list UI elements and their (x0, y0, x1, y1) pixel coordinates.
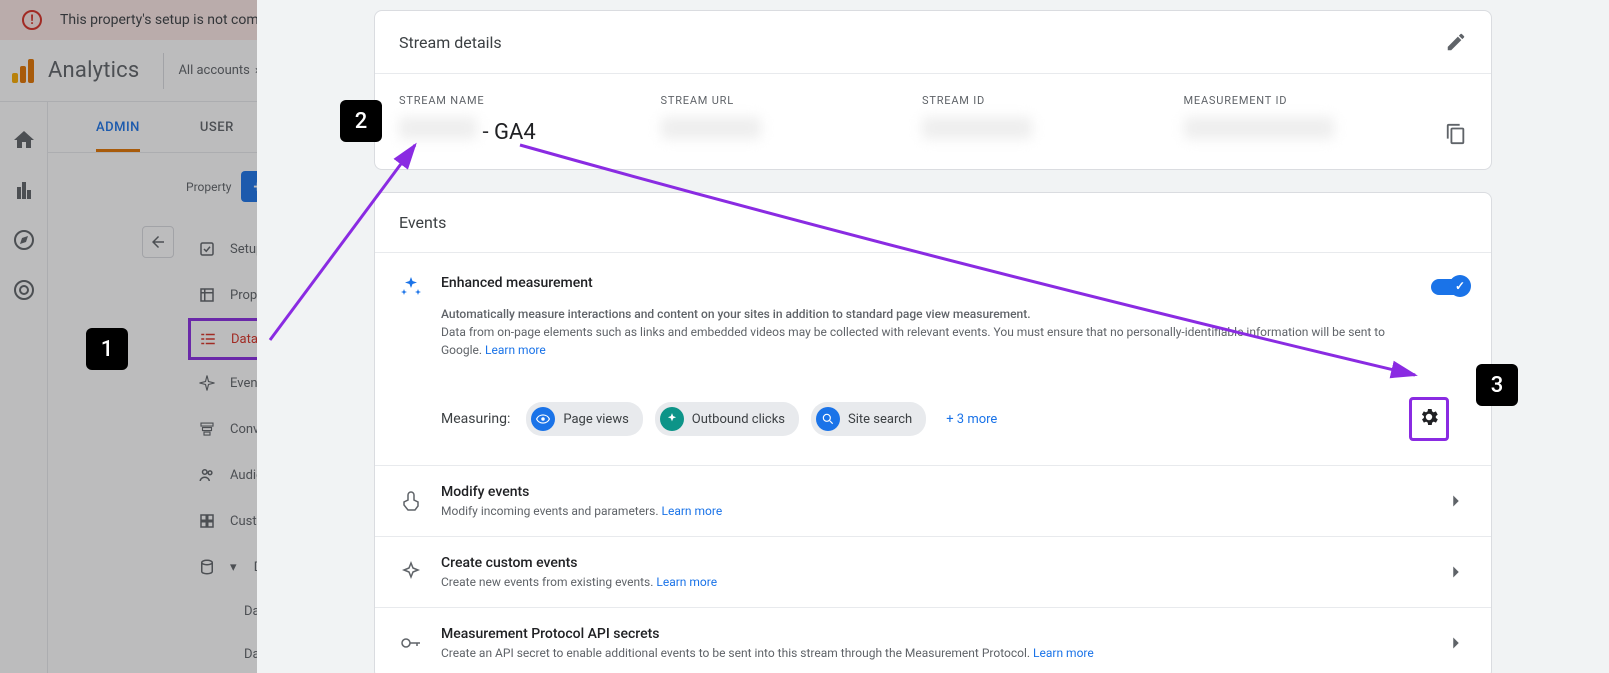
key-icon (399, 631, 423, 655)
learn-more-link[interactable]: Learn more (656, 575, 717, 589)
chevron-right-icon (1445, 490, 1467, 512)
row-modify-events[interactable]: Modify eventsModify incoming events and … (375, 465, 1491, 536)
callout-badge: 3 (1476, 364, 1518, 406)
learn-more-link[interactable]: Learn more (1033, 646, 1094, 660)
row-create-custom-events[interactable]: Create custom eventsCreate new events fr… (375, 536, 1491, 607)
measurement-id-label: MEASUREMENT ID (1184, 94, 1386, 107)
chevron-right-icon (1445, 632, 1467, 654)
chip-page-views: Page views (526, 402, 642, 436)
stream-name-label: STREAM NAME (399, 94, 601, 107)
edit-icon[interactable] (1445, 31, 1467, 53)
sparkle-small-icon (399, 560, 423, 584)
card-title: Stream details (399, 33, 502, 52)
annotation-arrow (430, 130, 1430, 390)
stream-id-label: STREAM ID (922, 94, 1124, 107)
gear-icon (1418, 406, 1440, 428)
enhanced-settings-button[interactable] (1409, 397, 1449, 441)
touch-icon (399, 489, 423, 513)
chip-outbound-clicks: Outbound clicks (655, 402, 799, 436)
chevron-right-icon (1445, 561, 1467, 583)
chip-site-search: Site search (811, 402, 926, 436)
learn-more-link[interactable]: Learn more (662, 504, 723, 518)
annotation-arrow (250, 130, 430, 355)
callout-badge: 2 (340, 100, 382, 142)
more-chips-link[interactable]: + 3 more (946, 412, 997, 427)
row-api-secrets[interactable]: Measurement Protocol API secretsCreate a… (375, 607, 1491, 673)
enhanced-measurement-toggle[interactable] (1431, 279, 1467, 295)
stream-url-label: STREAM URL (661, 94, 863, 107)
copy-icon[interactable] (1445, 123, 1467, 145)
measuring-label: Measuring: (441, 411, 510, 427)
callout-badge: 1 (86, 328, 128, 370)
